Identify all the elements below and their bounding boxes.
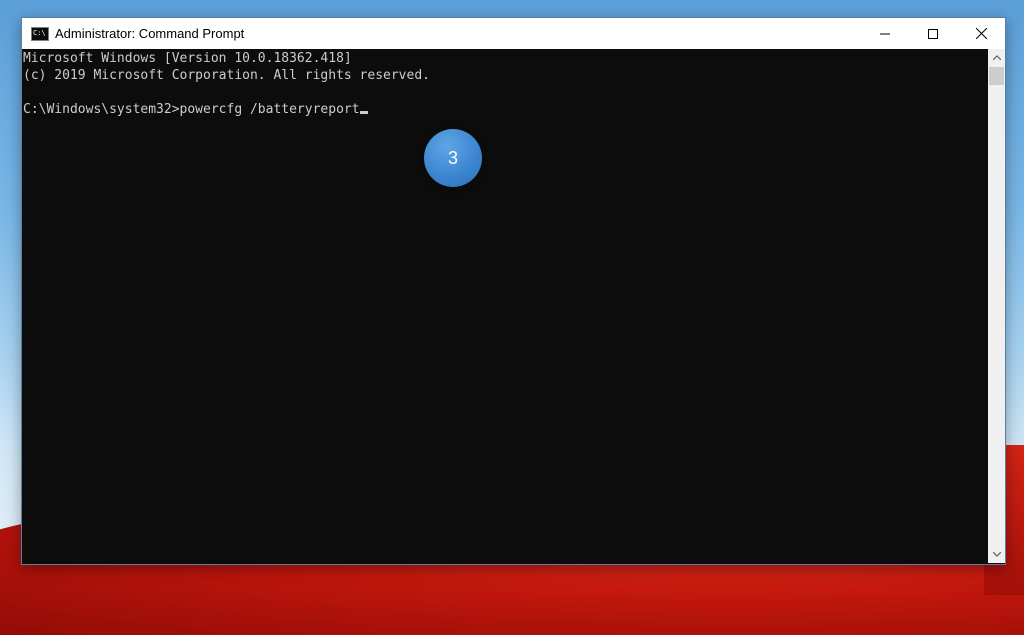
window-controls: [861, 18, 1005, 49]
scroll-up-button[interactable]: [988, 49, 1005, 66]
scroll-down-button[interactable]: [988, 546, 1005, 563]
text-cursor: [359, 111, 368, 114]
vertical-scrollbar[interactable]: [988, 49, 1005, 563]
step-number-badge: 3: [424, 129, 482, 187]
console-output[interactable]: Microsoft Windows [Version 10.0.18362.41…: [22, 49, 987, 563]
console-command-line[interactable]: C:\Windows\system32>powercfg /batteryrep…: [23, 101, 368, 118]
close-icon: [975, 28, 987, 39]
minimize-icon: [880, 33, 890, 34]
close-button[interactable]: [957, 18, 1005, 49]
console-line: Microsoft Windows [Version 10.0.18362.41…: [23, 51, 352, 66]
command-prompt-window[interactable]: C:\ Administrator: Command Prompt Micros…: [21, 17, 1006, 565]
window-title: Administrator: Command Prompt: [55, 26, 245, 41]
maximize-icon: [928, 28, 938, 39]
console-line: (c) 2019 Microsoft Corporation. All righ…: [23, 68, 430, 83]
minimize-button[interactable]: [861, 18, 909, 49]
chevron-down-icon: [992, 552, 1001, 557]
maximize-button[interactable]: [909, 18, 957, 49]
scroll-thumb[interactable]: [989, 67, 1004, 85]
command-prompt-icon[interactable]: C:\: [31, 26, 49, 41]
chevron-up-icon: [992, 55, 1001, 60]
command-text: C:\Windows\system32>powercfg /batteryrep…: [23, 102, 360, 117]
title-bar[interactable]: C:\ Administrator: Command Prompt: [22, 18, 1005, 49]
